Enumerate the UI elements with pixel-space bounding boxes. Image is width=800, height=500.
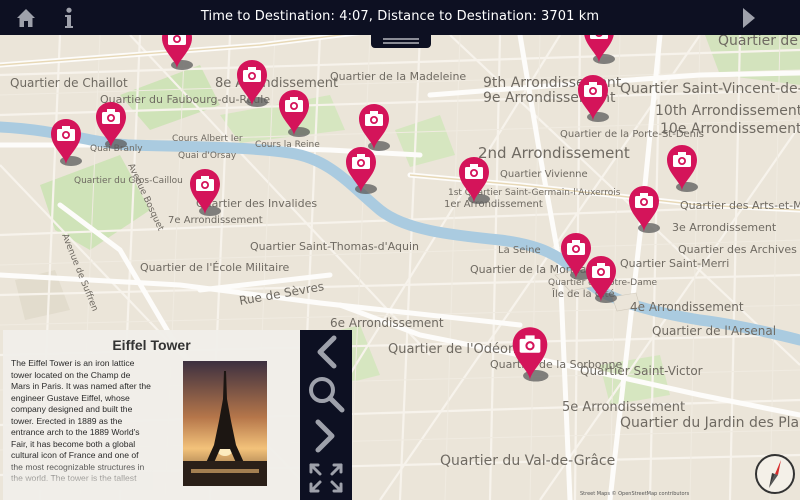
top-bar: Time to Destination: 4:07, Distance to D… [0, 0, 800, 35]
info-title: Eiffel Tower [112, 337, 191, 353]
eiffel-tower-photo[interactable] [183, 361, 267, 486]
camera-pin-icon [586, 256, 617, 303]
pin-concorde[interactable] [344, 145, 378, 197]
side-toolbar [300, 330, 352, 500]
expand-icon [309, 463, 343, 493]
map-label: 3e Arrondissement [672, 221, 777, 234]
map-label: Cours la Reine [255, 140, 320, 150]
map-label: Quartier du Gros-Caillou [74, 176, 183, 186]
map-label: Quartier Saint-Vincent-de-Paul [620, 81, 800, 97]
map-label: Quai d'Orsay [178, 151, 237, 161]
map-label: 4e Arrondissement [630, 300, 744, 314]
pin-madeleine[interactable] [277, 88, 311, 140]
pin-louvre[interactable] [457, 155, 491, 207]
map-label: 5e Arrondissement [562, 400, 685, 415]
chevron-left-icon [317, 335, 337, 369]
camera-pin-icon [279, 90, 310, 137]
map-label: Quartier de l'Arsenal [652, 324, 776, 338]
description-fade [3, 460, 153, 490]
pin-eiffel-tower[interactable] [49, 117, 83, 169]
pin-sorbonne[interactable] [510, 325, 550, 385]
camera-pin-icon [512, 327, 549, 382]
pin-grand-palais[interactable] [94, 100, 128, 152]
pin-champs-elysees[interactable] [235, 58, 269, 110]
back-button[interactable] [300, 334, 352, 370]
pin-invalides[interactable] [188, 167, 222, 219]
chevron-right-icon [315, 419, 335, 453]
map-label: Quartier de la Porte-St-Denis [560, 129, 704, 140]
map-label: Quartier de la Madeleine [330, 70, 466, 83]
play-arrow-icon [743, 7, 755, 28]
camera-pin-icon [578, 75, 609, 122]
map-label: Quartier Saint-Thomas-d'Aquin [250, 240, 419, 253]
drawer-handle[interactable] [371, 35, 431, 48]
pin-arts-metiers[interactable] [665, 143, 699, 195]
map-label: La Seine [498, 245, 541, 256]
expand-button[interactable] [300, 460, 352, 496]
map-label: Quartier des Archives [678, 243, 797, 256]
map-label: 10th Arrondissement [655, 103, 800, 119]
camera-pin-icon [51, 119, 82, 166]
pin-sacre-coeur[interactable] [582, 35, 616, 67]
camera-pin-icon [237, 60, 268, 107]
forward-button[interactable] [734, 0, 764, 35]
camera-pin-icon [667, 145, 698, 192]
map-label: Quartier Vivienne [500, 169, 588, 180]
next-button[interactable] [300, 418, 352, 454]
compass-icon [755, 454, 795, 494]
map-label: Quartier de l'École Militaire [140, 261, 289, 274]
pin-sainte-chapelle[interactable] [584, 254, 618, 306]
map-attribution: Street Maps © OpenStreetMap contributors [580, 491, 690, 497]
map-label: Cours Albert Ier [172, 134, 243, 144]
compass-button[interactable] [753, 452, 797, 496]
camera-pin-icon [346, 147, 377, 194]
map-label: Quartier des Arts-et-Métiers [680, 199, 800, 212]
map-label: 6e Arrondissement [330, 316, 444, 330]
pin-trocadero[interactable] [160, 35, 194, 73]
map-label: Quartier de l'Odéon [388, 342, 516, 357]
camera-pin-icon [584, 35, 615, 64]
camera-pin-icon [459, 157, 490, 204]
camera-pin-icon [629, 186, 660, 233]
info-panel: Eiffel Tower The Eiffel Tower is an iron… [3, 330, 300, 500]
map-label: Quartier de Chaillot [10, 76, 128, 90]
search-button[interactable] [300, 374, 352, 414]
map-label: Quartier Saint-Merri [620, 257, 729, 270]
route-status: Time to Destination: 4:07, Distance to D… [200, 9, 600, 24]
camera-pin-icon [162, 35, 193, 70]
pin-pompidou[interactable] [627, 184, 661, 236]
map-label: Quartier de la Chapelle [718, 35, 800, 49]
search-icon [309, 377, 345, 413]
pin-montmartre[interactable] [576, 73, 610, 125]
map-label: Quartier du Val-de-Grâce [440, 453, 615, 469]
map-label: Quartier du Jardin des Plantes [620, 415, 800, 431]
camera-pin-icon [96, 102, 127, 149]
map-label: 2nd Arrondissement [478, 144, 630, 162]
camera-pin-icon [190, 169, 221, 216]
photo-drawing [183, 361, 267, 486]
